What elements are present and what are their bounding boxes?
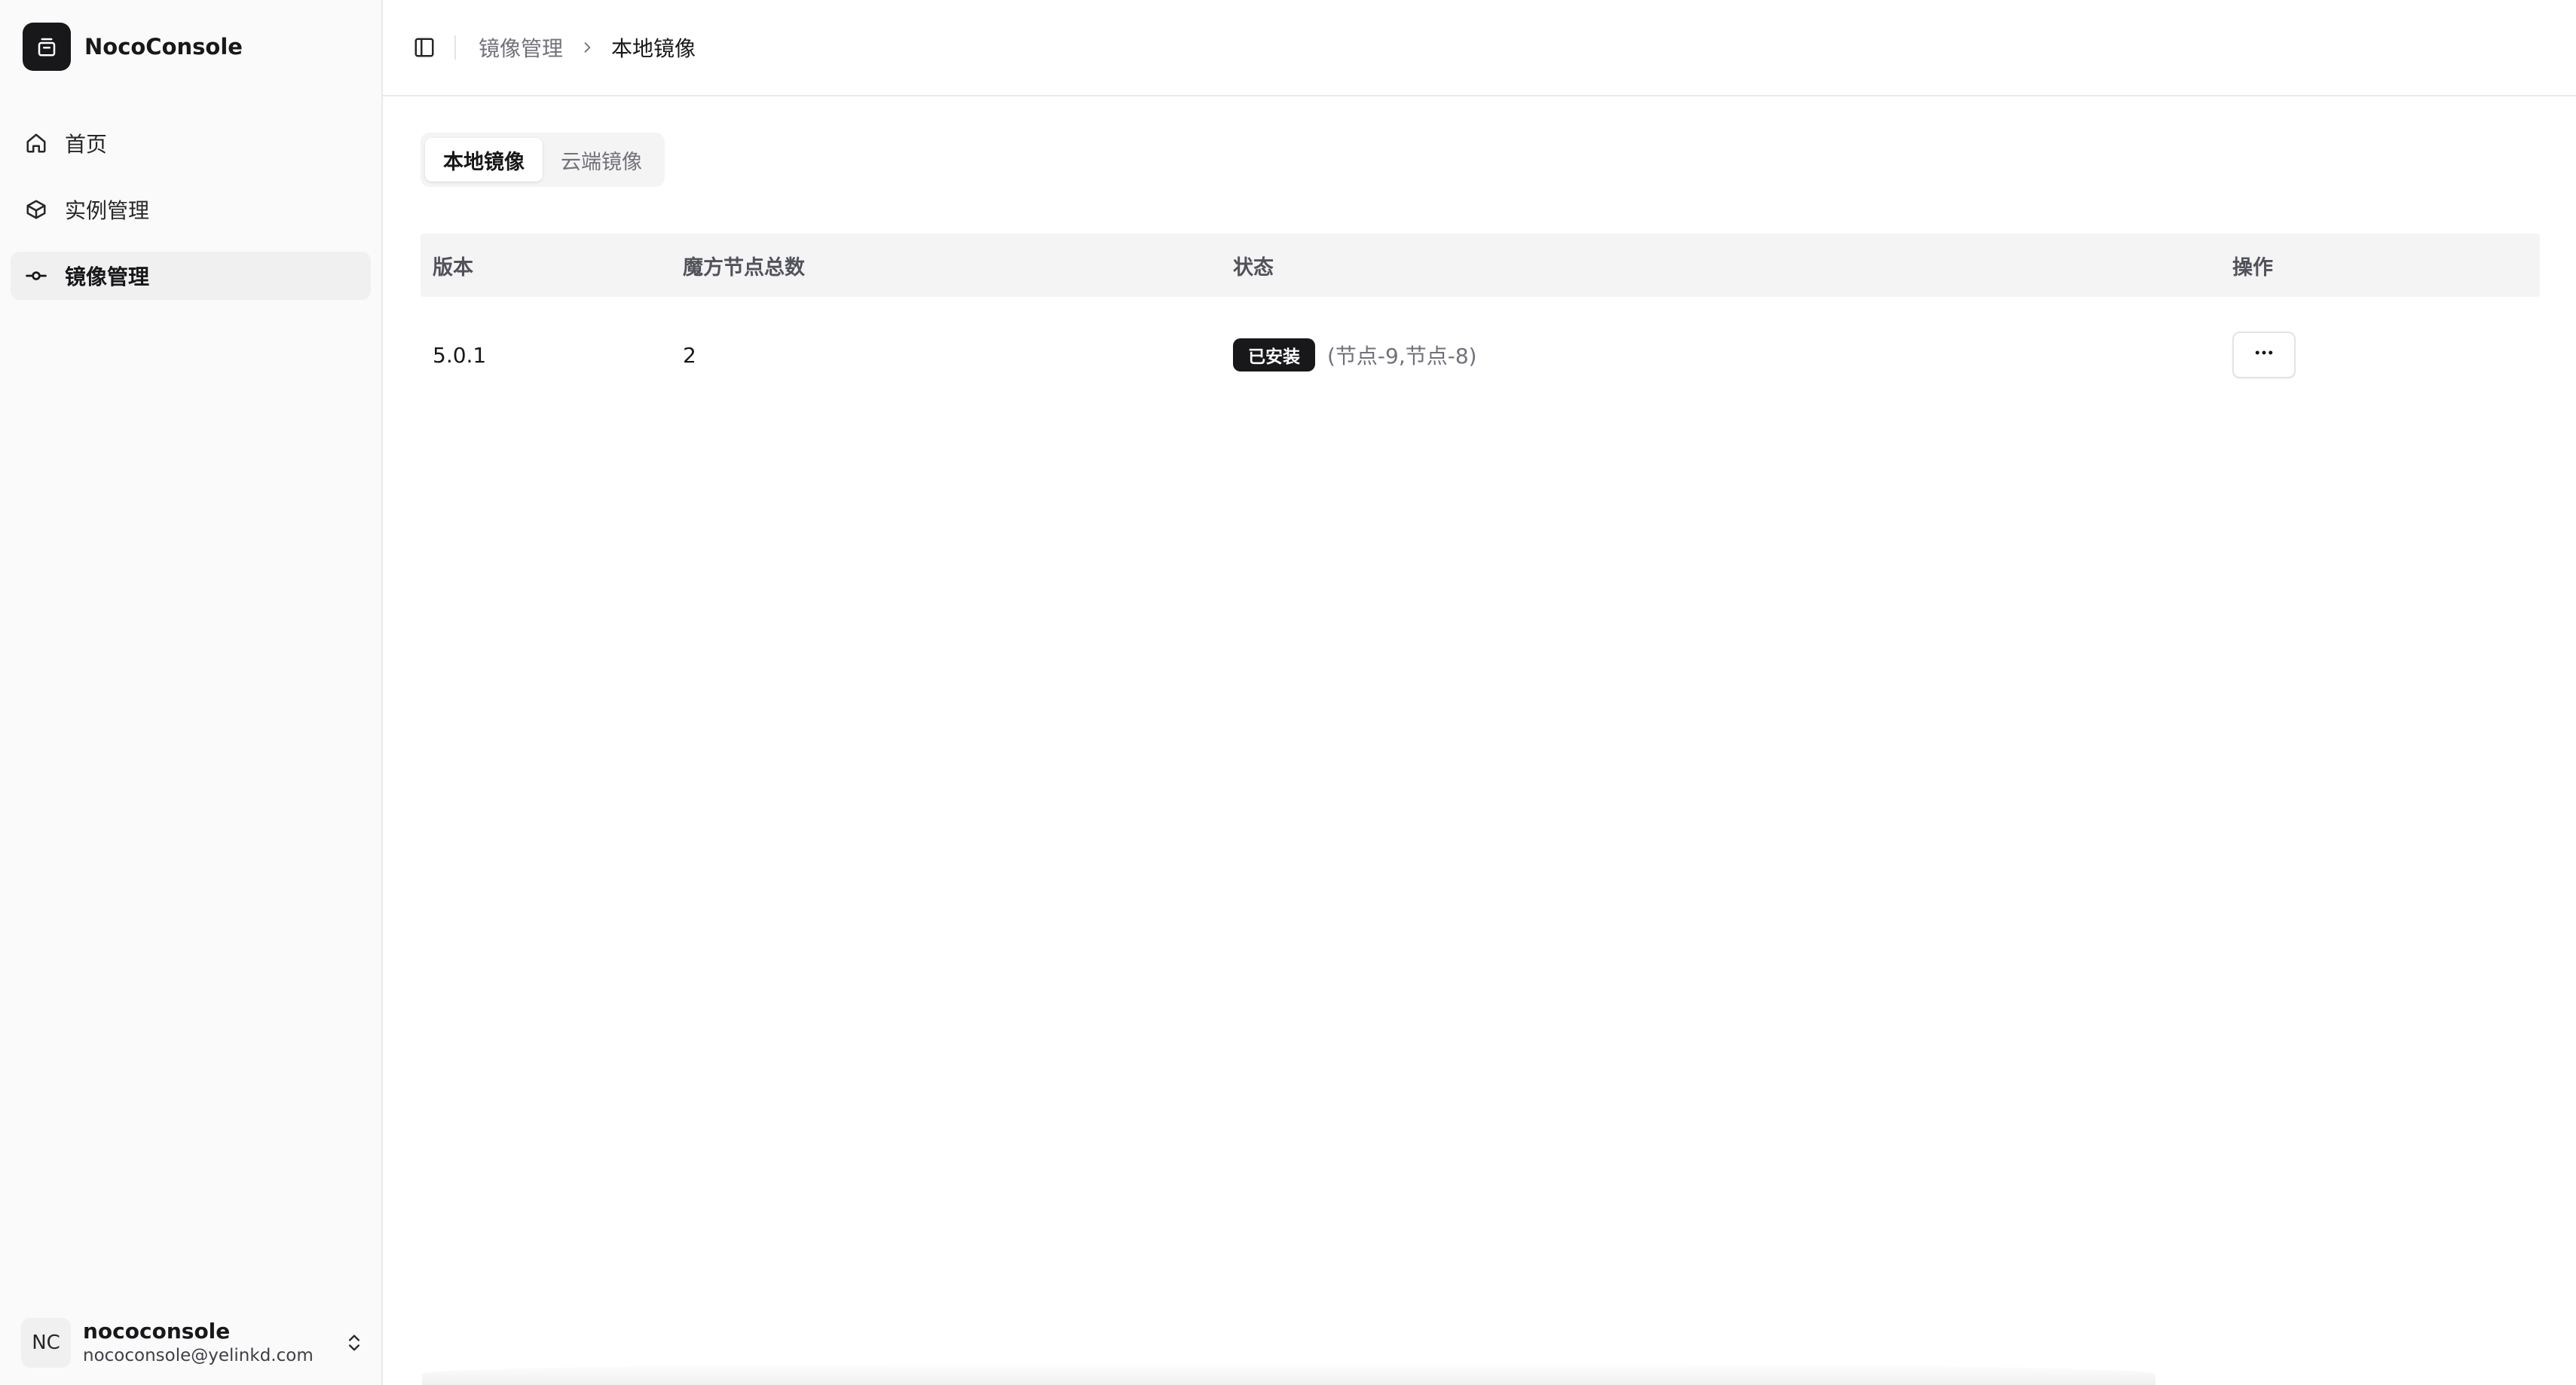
sidebar-item-label: 实例管理 <box>65 198 150 223</box>
breadcrumb-parent-link[interactable]: 镜像管理 <box>479 32 563 63</box>
sidebar-item-images[interactable]: 镜像管理 <box>11 252 371 300</box>
more-horizontal-icon <box>2253 341 2275 369</box>
table-header: 版本 魔方节点总数 状态 操作 <box>421 234 2540 297</box>
app-name: NocoConsole <box>84 34 243 60</box>
cell-version: 5.0.1 <box>433 342 487 368</box>
user-email: nococonsole@yelinkd.com <box>83 1346 314 1365</box>
breadcrumb-current: 本地镜像 <box>611 36 696 61</box>
table-row: 5.0.1 2 已安装 (节点-9,节点-8) <box>421 297 2540 413</box>
home-icon <box>24 131 48 155</box>
chevrons-up-down-icon[interactable] <box>341 1329 368 1356</box>
brand[interactable]: NocoConsole <box>23 23 243 71</box>
more-actions-button[interactable] <box>2232 332 2296 378</box>
sidebar-toggle-icon[interactable] <box>409 32 439 63</box>
app-logo-icon <box>23 23 71 71</box>
image-tabs: 本地镜像 云端镜像 <box>421 133 665 187</box>
cell-actions <box>2220 332 2540 378</box>
box-icon <box>24 197 48 222</box>
column-header-actions: 操作 <box>2232 255 2273 280</box>
bottom-shadow <box>422 1362 2155 1385</box>
images-table: 版本 魔方节点总数 状态 操作 5.0.1 2 已安装 (节点-9,节点-8) <box>421 234 2540 413</box>
status-nodes: (节点-9,节点-8) <box>1327 344 1477 368</box>
user-menu[interactable]: NC nococonsole nococonsole@yelinkd.com <box>21 1316 368 1370</box>
breadcrumb: 镜像管理 本地镜像 <box>479 32 696 63</box>
sidebar-item-home[interactable]: 首页 <box>11 119 371 167</box>
top-header: 镜像管理 本地镜像 <box>383 0 2576 96</box>
sidebar-nav: 首页 实例管理 镜像管理 <box>11 119 371 318</box>
tab-cloud-images[interactable]: 云端镜像 <box>543 138 660 182</box>
avatar: NC <box>21 1318 71 1368</box>
column-header-version: 版本 <box>433 255 473 280</box>
user-info: nococonsole nococonsole@yelinkd.com <box>83 1319 341 1367</box>
column-header-nodes: 魔方节点总数 <box>683 255 805 280</box>
sidebar-item-label: 镜像管理 <box>65 264 150 289</box>
sidebar-item-instances[interactable]: 实例管理 <box>11 185 371 234</box>
tab-local-images[interactable]: 本地镜像 <box>425 138 543 182</box>
chevron-right-icon <box>580 40 595 55</box>
status-badge: 已安装 <box>1233 338 1315 371</box>
user-name: nococonsole <box>83 1319 231 1344</box>
sidebar-item-label: 首页 <box>65 132 108 157</box>
git-commit-icon <box>24 264 48 288</box>
sidebar: NocoConsole 首页 实例管理 镜像管理 NC nococonsole … <box>0 0 383 1385</box>
column-header-status: 状态 <box>1233 255 1274 280</box>
cell-nodes: 2 <box>683 342 696 368</box>
header-divider <box>454 35 456 60</box>
cell-status: 已安装 (节点-9,节点-8) <box>1221 338 2220 371</box>
